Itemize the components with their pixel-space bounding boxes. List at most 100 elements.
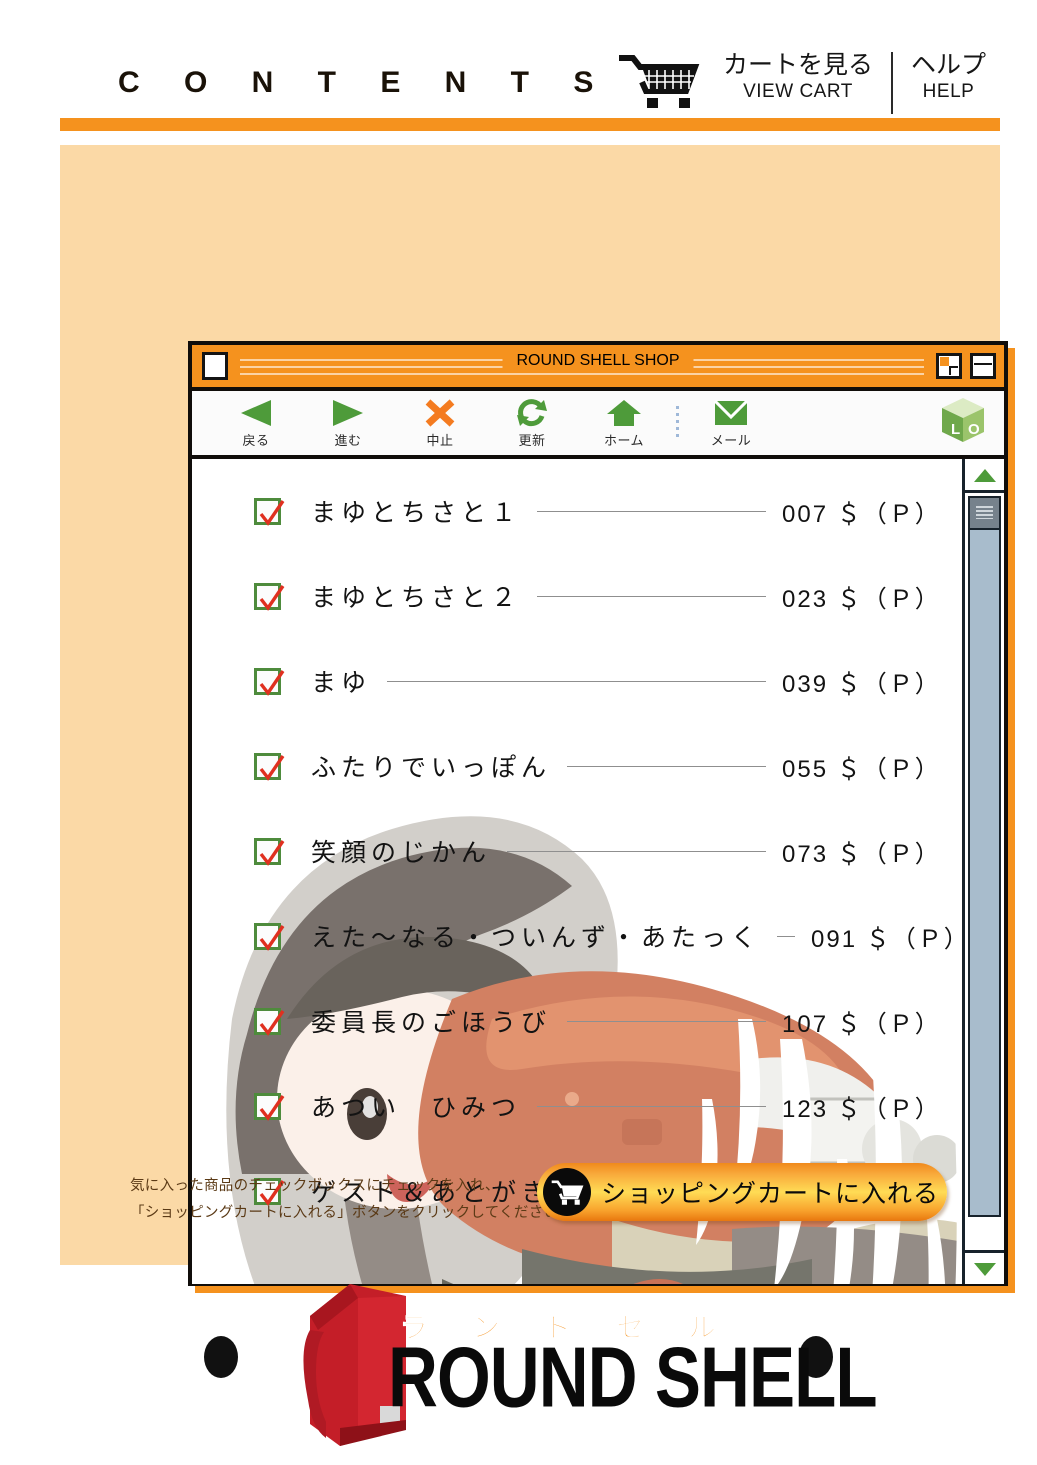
contents-row[interactable]: あつい ひみつ 123 ＄（Ｐ） (192, 1080, 1004, 1132)
scrollbar-thumb[interactable] (968, 496, 1001, 1217)
contents-row[interactable]: まゆとちさと１ 007 ＄（Ｐ） (192, 485, 1004, 537)
item-checkbox[interactable] (254, 837, 285, 866)
shopping-cart-icon (617, 54, 701, 108)
system-menu-box[interactable] (202, 352, 228, 380)
item-title: まゆ (311, 668, 372, 697)
item-page-number: 023 ＄（Ｐ） (782, 585, 941, 613)
item-checkbox[interactable] (254, 582, 285, 611)
item-page-number: 073 ＄（Ｐ） (782, 840, 941, 868)
scrollbar-track[interactable] (968, 496, 1001, 1247)
check-icon (259, 584, 285, 611)
contents-row[interactable]: 委員長のごほうび 107 ＄（Ｐ） (192, 995, 1004, 1047)
page-header: C O N T E N T S カートを見る VIEW CART ヘルプ HEL… (0, 0, 1037, 145)
leader-line (537, 595, 766, 597)
help-label-en: HELP (922, 81, 975, 103)
browser-toolbar: 戻る 進む 中止 更新 ホーム メール L O (192, 391, 1004, 459)
view-cart-label-en: VIEW CART (743, 81, 853, 103)
item-checkbox[interactable] (254, 497, 285, 526)
item-checkbox[interactable] (254, 1007, 285, 1036)
scrollbar-grip (970, 498, 999, 530)
brand-footer: ランドセル ROUND SHELL (0, 1270, 1037, 1465)
window-title: ROUND SHELL SHOP (502, 349, 694, 373)
toolbar-button-mail[interactable]: メール (685, 397, 777, 449)
instruction-line-2: 「ショッピングカートに入れる」ボタンをクリックしてください。 (130, 1204, 574, 1221)
contents-row[interactable]: 笑顔のじかん 073 ＄（Ｐ） (192, 825, 1004, 877)
item-checkbox[interactable] (254, 1092, 285, 1121)
add-to-cart-label: ショッピングカートに入れる (601, 1179, 940, 1208)
home-icon (606, 397, 642, 429)
check-icon (259, 839, 285, 866)
toolbar-label-refresh: 更新 (518, 433, 546, 448)
item-title: 笑顔のじかん (311, 838, 492, 867)
panel-footer: 気に入った商品のチェックボックスにチェックを入れ、 「ショッピングカートに入れる… (60, 1145, 1000, 1265)
contents-row[interactable]: ふたりでいっぽん 055 ＄（Ｐ） (192, 740, 1004, 792)
toolbar-label-back: 戻る (242, 433, 270, 448)
toolbar-button-refresh[interactable]: 更新 (486, 397, 578, 449)
content-panel: ROUND SHELL SHOP 戻る 進む 中止 更新 ホーム メール L O… (60, 145, 1015, 1293)
item-page-number: 091 ＄（Ｐ） (811, 925, 970, 953)
check-icon (259, 1009, 285, 1036)
leader-line (567, 765, 766, 767)
contents-list: まゆとちさと１ 007 ＄（Ｐ） まゆとちさと２ 023 ＄（Ｐ） まゆ 039 ＄（Ｐ）… (192, 459, 1004, 1250)
scroll-up-arrow[interactable] (965, 459, 1004, 493)
help-link[interactable]: ヘルプ HELP (895, 52, 1002, 103)
leader-line (387, 680, 766, 682)
instruction-line-1: 気に入った商品のチェックボックスにチェックを入れ、 (130, 1178, 500, 1194)
item-title: 委員長のごほうび (311, 1008, 552, 1037)
leader-line (507, 850, 766, 852)
item-title: まゆとちさと２ (311, 583, 522, 612)
add-to-cart-button[interactable]: ショッピングカートに入れる (537, 1163, 947, 1221)
toolbar-button-stop[interactable]: 中止 (394, 397, 486, 449)
check-icon (259, 924, 285, 951)
help-label-jp: ヘルプ (910, 51, 986, 79)
item-page-number: 007 ＄（Ｐ） (782, 500, 941, 528)
restore-window-button[interactable] (936, 353, 962, 379)
svg-text:O: O (968, 421, 980, 438)
contents-row[interactable]: えた～なる・ついんず・あたっく 091 ＄（Ｐ） (192, 910, 1004, 962)
header-actions: カートを見る VIEW CART ヘルプ HELP (617, 52, 1002, 114)
contents-row[interactable]: まゆ 039 ＄（Ｐ） (192, 655, 1004, 707)
view-cart-label-jp: カートを見る (722, 51, 873, 79)
check-icon (259, 499, 285, 526)
browser-titlebar: ROUND SHELL SHOP (192, 345, 1004, 391)
check-icon (259, 1094, 285, 1121)
maximize-window-button[interactable] (970, 353, 996, 379)
forward-arrow-icon (331, 397, 365, 429)
item-checkbox[interactable] (254, 752, 285, 781)
refresh-icon (516, 397, 548, 429)
cube-logo-icon: L O (940, 396, 986, 451)
toolbar-button-back[interactable]: 戻る (210, 397, 302, 449)
leader-line (537, 1105, 766, 1107)
contents-row[interactable]: まゆとちさと２ 023 ＄（Ｐ） (192, 570, 1004, 622)
page-title: C O N T E N T S (118, 66, 612, 99)
leader-line (567, 1020, 766, 1022)
header-divider (890, 52, 893, 114)
mail-icon (714, 397, 748, 429)
toolbar-button-forward[interactable]: 進む (302, 397, 394, 449)
check-icon (259, 669, 285, 696)
brand-wordmark: ランドセル ROUND SHELL (388, 1308, 897, 1426)
stop-x-icon (424, 397, 456, 429)
leader-line (537, 510, 766, 512)
check-icon (259, 754, 285, 781)
instructions: 気に入った商品のチェックボックスにチェックを入れ、 「ショッピングカートに入れる… (130, 1173, 573, 1227)
brand-name: ROUND SHELL (388, 1331, 878, 1426)
view-cart-link[interactable]: カートを見る VIEW CART (707, 52, 889, 103)
toolbar-button-home[interactable]: ホーム (578, 397, 670, 449)
item-title: ふたりでいっぽん (311, 753, 552, 782)
decorative-dot-left (204, 1336, 238, 1378)
toolbar-label-home: ホーム (603, 433, 645, 448)
toolbar-separator (676, 406, 679, 440)
item-title: あつい ひみつ (311, 1093, 522, 1122)
item-page-number: 107 ＄（Ｐ） (782, 1010, 941, 1038)
item-title: えた～なる・ついんず・あたっく (311, 923, 762, 952)
item-checkbox[interactable] (254, 922, 285, 951)
leader-line (777, 935, 796, 937)
item-title: まゆとちさと１ (311, 498, 522, 527)
item-checkbox[interactable] (254, 667, 285, 696)
toolbar-label-forward: 進む (334, 433, 362, 448)
item-page-number: 123 ＄（Ｐ） (782, 1095, 941, 1123)
shopping-cart-icon (543, 1168, 591, 1216)
svg-text:L: L (951, 421, 960, 438)
header-rule (60, 118, 1000, 131)
